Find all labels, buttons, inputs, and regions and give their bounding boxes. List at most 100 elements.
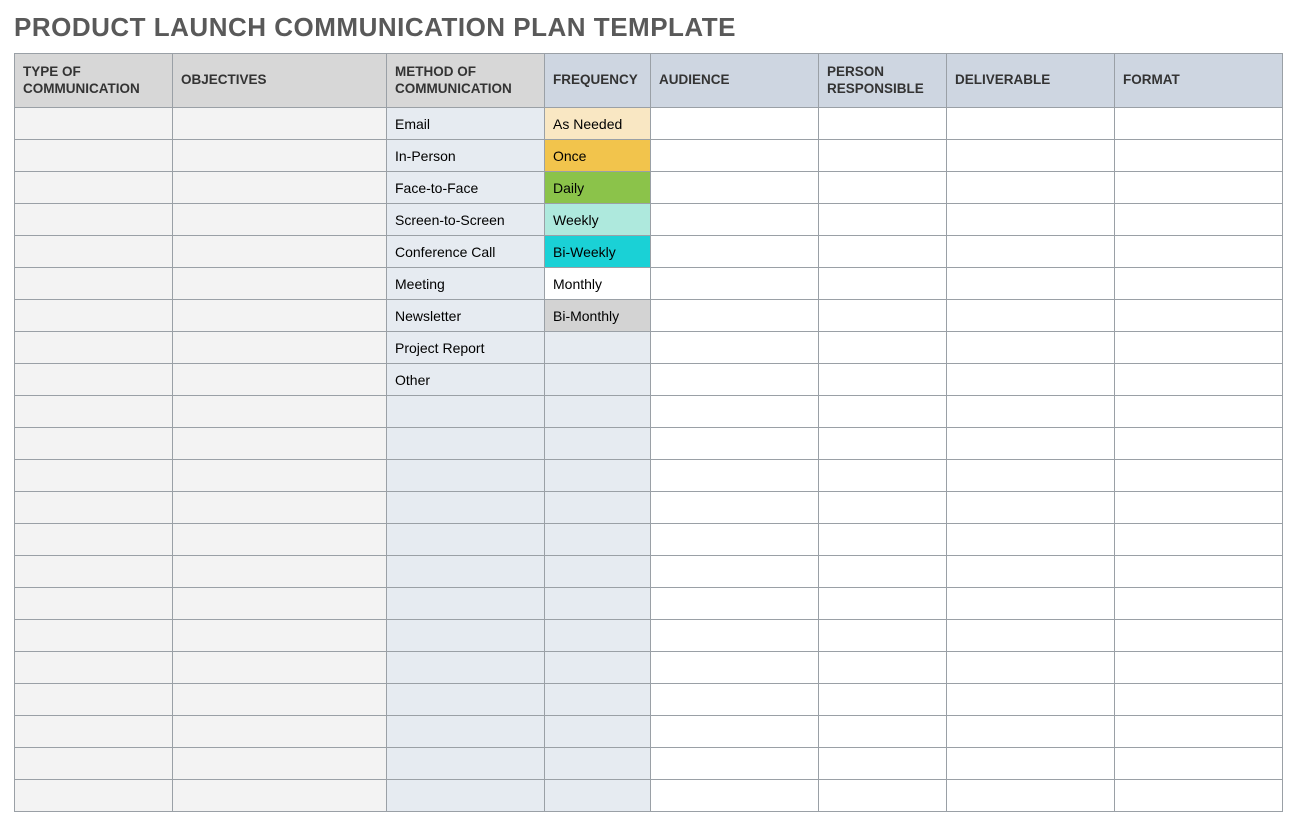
cell-person[interactable]: [819, 492, 947, 524]
cell-audience[interactable]: [651, 300, 819, 332]
cell-frequency[interactable]: [545, 748, 651, 780]
cell-method[interactable]: [387, 716, 545, 748]
cell-audience[interactable]: [651, 780, 819, 812]
cell-frequency[interactable]: [545, 364, 651, 396]
cell-person[interactable]: [819, 140, 947, 172]
cell-person[interactable]: [819, 332, 947, 364]
cell-objectives[interactable]: [173, 428, 387, 460]
cell-audience[interactable]: [651, 748, 819, 780]
cell-audience[interactable]: [651, 332, 819, 364]
cell-objectives[interactable]: [173, 748, 387, 780]
cell-audience[interactable]: [651, 652, 819, 684]
cell-type[interactable]: [15, 556, 173, 588]
cell-objectives[interactable]: [173, 236, 387, 268]
cell-frequency[interactable]: [545, 620, 651, 652]
cell-person[interactable]: [819, 652, 947, 684]
cell-method[interactable]: Email: [387, 108, 545, 140]
cell-objectives[interactable]: [173, 492, 387, 524]
cell-format[interactable]: [1115, 140, 1283, 172]
cell-format[interactable]: [1115, 108, 1283, 140]
cell-audience[interactable]: [651, 204, 819, 236]
cell-frequency[interactable]: [545, 460, 651, 492]
cell-audience[interactable]: [651, 524, 819, 556]
cell-format[interactable]: [1115, 556, 1283, 588]
cell-method[interactable]: Screen-to-Screen: [387, 204, 545, 236]
cell-type[interactable]: [15, 108, 173, 140]
cell-person[interactable]: [819, 172, 947, 204]
cell-format[interactable]: [1115, 428, 1283, 460]
cell-deliverable[interactable]: [947, 556, 1115, 588]
cell-type[interactable]: [15, 332, 173, 364]
cell-frequency[interactable]: [545, 332, 651, 364]
cell-deliverable[interactable]: [947, 428, 1115, 460]
cell-type[interactable]: [15, 268, 173, 300]
cell-objectives[interactable]: [173, 684, 387, 716]
cell-audience[interactable]: [651, 236, 819, 268]
cell-type[interactable]: [15, 652, 173, 684]
cell-deliverable[interactable]: [947, 588, 1115, 620]
cell-frequency[interactable]: [545, 524, 651, 556]
cell-objectives[interactable]: [173, 204, 387, 236]
cell-person[interactable]: [819, 300, 947, 332]
cell-person[interactable]: [819, 364, 947, 396]
cell-format[interactable]: [1115, 684, 1283, 716]
cell-frequency[interactable]: Weekly: [545, 204, 651, 236]
cell-person[interactable]: [819, 108, 947, 140]
cell-type[interactable]: [15, 620, 173, 652]
cell-objectives[interactable]: [173, 364, 387, 396]
cell-person[interactable]: [819, 236, 947, 268]
cell-format[interactable]: [1115, 492, 1283, 524]
cell-audience[interactable]: [651, 172, 819, 204]
cell-method[interactable]: Project Report: [387, 332, 545, 364]
cell-method[interactable]: [387, 684, 545, 716]
cell-audience[interactable]: [651, 364, 819, 396]
cell-frequency[interactable]: Once: [545, 140, 651, 172]
cell-audience[interactable]: [651, 620, 819, 652]
cell-frequency[interactable]: As Needed: [545, 108, 651, 140]
cell-objectives[interactable]: [173, 620, 387, 652]
cell-audience[interactable]: [651, 492, 819, 524]
cell-format[interactable]: [1115, 524, 1283, 556]
cell-deliverable[interactable]: [947, 492, 1115, 524]
cell-frequency[interactable]: [545, 652, 651, 684]
cell-audience[interactable]: [651, 108, 819, 140]
cell-objectives[interactable]: [173, 588, 387, 620]
cell-frequency[interactable]: Daily: [545, 172, 651, 204]
cell-person[interactable]: [819, 396, 947, 428]
cell-type[interactable]: [15, 684, 173, 716]
cell-format[interactable]: [1115, 236, 1283, 268]
cell-method[interactable]: In-Person: [387, 140, 545, 172]
cell-objectives[interactable]: [173, 268, 387, 300]
cell-objectives[interactable]: [173, 652, 387, 684]
cell-person[interactable]: [819, 268, 947, 300]
cell-frequency[interactable]: Bi-Weekly: [545, 236, 651, 268]
cell-audience[interactable]: [651, 684, 819, 716]
cell-deliverable[interactable]: [947, 268, 1115, 300]
cell-person[interactable]: [819, 588, 947, 620]
cell-audience[interactable]: [651, 716, 819, 748]
cell-deliverable[interactable]: [947, 140, 1115, 172]
cell-method[interactable]: [387, 524, 545, 556]
cell-format[interactable]: [1115, 300, 1283, 332]
cell-person[interactable]: [819, 556, 947, 588]
cell-frequency[interactable]: [545, 396, 651, 428]
cell-format[interactable]: [1115, 716, 1283, 748]
cell-format[interactable]: [1115, 748, 1283, 780]
cell-method[interactable]: [387, 460, 545, 492]
cell-frequency[interactable]: [545, 492, 651, 524]
cell-type[interactable]: [15, 716, 173, 748]
cell-audience[interactable]: [651, 396, 819, 428]
cell-method[interactable]: Newsletter: [387, 300, 545, 332]
cell-method[interactable]: [387, 556, 545, 588]
cell-frequency[interactable]: [545, 780, 651, 812]
cell-audience[interactable]: [651, 460, 819, 492]
cell-objectives[interactable]: [173, 396, 387, 428]
cell-type[interactable]: [15, 524, 173, 556]
cell-objectives[interactable]: [173, 460, 387, 492]
cell-method[interactable]: [387, 492, 545, 524]
cell-deliverable[interactable]: [947, 780, 1115, 812]
cell-type[interactable]: [15, 364, 173, 396]
cell-frequency[interactable]: [545, 428, 651, 460]
cell-objectives[interactable]: [173, 780, 387, 812]
cell-deliverable[interactable]: [947, 684, 1115, 716]
